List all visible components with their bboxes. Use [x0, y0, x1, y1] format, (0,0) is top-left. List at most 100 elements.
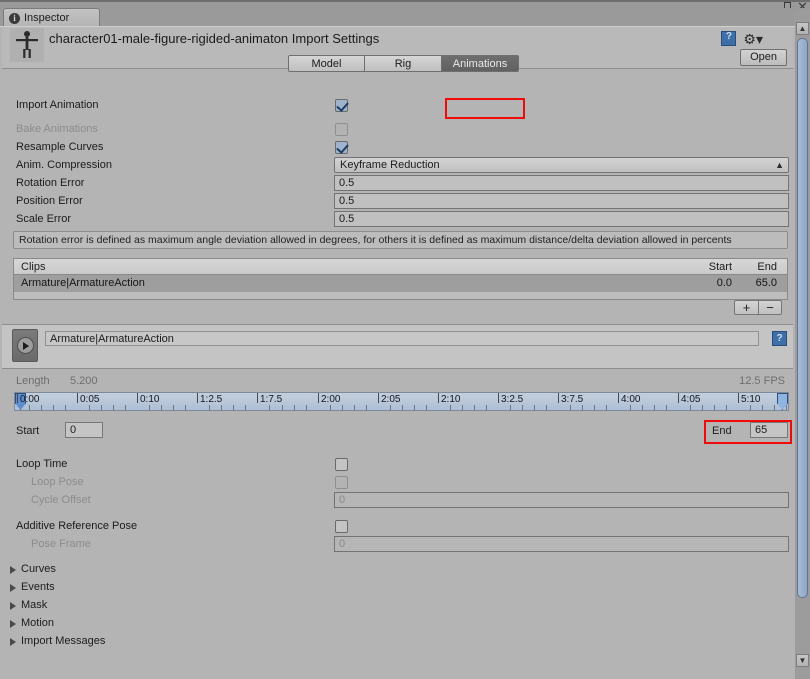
timeline-length-value: 5.200 [70, 375, 98, 387]
add-clip-button[interactable]: + [734, 300, 758, 315]
dropdown-anim-compression[interactable]: Keyframe Reduction ▲▼ [334, 157, 789, 185]
timeline-tick-label: 0:05 [80, 394, 100, 405]
avatar-model-icon [10, 28, 44, 62]
table-row[interactable]: Armature|ArmatureAction 0.0 65.0 [13, 275, 788, 292]
help-book-icon[interactable] [721, 31, 737, 46]
page-title: character01-male-figure-rigided-animaton… [49, 31, 380, 46]
foldout-mask[interactable]: Mask [10, 598, 310, 616]
timeline-subtick [65, 405, 66, 410]
row-scale-error: Scale Error 0.5 [0, 211, 793, 229]
input-start[interactable]: 0 [65, 422, 103, 438]
header-icon-group: ⚙▾ [721, 31, 763, 46]
row-pose-frame: Pose Frame 0 [0, 536, 793, 554]
tab-model[interactable]: Model [288, 55, 365, 72]
timeline-area: Length 5.200 12.5 FPS 0:00 0:05 0:10 1:2.5 1… [2, 370, 793, 415]
clips-footer [13, 292, 788, 300]
timeline-fps: 12.5 FPS [739, 375, 785, 387]
timeline-subtick [41, 405, 42, 410]
tab-inspector[interactable]: i Inspector [3, 8, 100, 27]
foldout-curves[interactable]: Curves [10, 562, 310, 580]
tab-strip: i Inspector [0, 8, 810, 27]
preview-clip-name[interactable]: Armature|ArmatureAction [45, 331, 759, 346]
timeline-subtick [402, 405, 403, 410]
timeline-subtick [185, 405, 186, 410]
timeline-subtick [606, 405, 607, 410]
label-end: End [712, 425, 732, 437]
play-icon[interactable] [12, 329, 38, 362]
timeline-tick-label: 1:2.5 [200, 394, 223, 405]
label-loop-pose: Loop Pose [31, 476, 84, 488]
timeline-tick [738, 393, 739, 403]
input-position-error[interactable]: 0.5 [334, 193, 789, 209]
clips-header-row: Clips Start End [13, 258, 788, 275]
timeline-subtick [221, 405, 222, 410]
row-loop-time: Loop Time [0, 456, 793, 474]
timeline-tick-label: 5:10 [741, 394, 761, 405]
checkbox-import-animation[interactable] [335, 99, 348, 112]
label-cycle-offset: Cycle Offset [31, 494, 91, 506]
window-top-border [0, 0, 810, 2]
checkbox-loop-pose[interactable] [335, 476, 348, 489]
row-cycle-offset: Cycle Offset 0 [0, 492, 793, 510]
input-pose-frame[interactable]: 0 [334, 536, 789, 552]
label-pose-frame: Pose Frame [31, 538, 91, 550]
checkbox-resample-curves[interactable] [335, 141, 348, 154]
input-scale-error[interactable]: 0.5 [334, 211, 789, 227]
foldout-events[interactable]: Events [10, 580, 310, 598]
timeline-ruler[interactable]: 0:00 0:05 0:10 1:2.5 1:7.5 2:00 2:05 2:10 3:2.5 3… [14, 392, 789, 411]
settings-tab-group: Model Rig Animations [288, 55, 519, 72]
input-end[interactable]: 65 [750, 422, 788, 438]
open-button[interactable]: Open [740, 49, 787, 66]
scrollbar-thumb[interactable] [797, 38, 808, 598]
foldout-motion[interactable]: Motion [10, 616, 310, 634]
chevron-right-icon [10, 638, 16, 646]
tab-rig[interactable]: Rig [365, 55, 442, 72]
input-cycle-offset[interactable]: 0 [334, 492, 789, 508]
inspector-window: ✕ ▾≡ i Inspector [0, 0, 810, 679]
gear-icon[interactable]: ⚙▾ [743, 32, 763, 46]
timeline-tick [77, 393, 78, 403]
info-icon: i [9, 12, 20, 24]
clips-buttons: + − [734, 300, 782, 315]
range-row: Start 0 End 65 [0, 422, 793, 442]
checkbox-loop-time[interactable] [335, 458, 348, 471]
help-text-box: Rotation error is defined as maximum ang… [13, 231, 788, 249]
timeline-subtick [161, 405, 162, 410]
timeline-subtick [306, 405, 307, 410]
timeline-subtick [630, 405, 631, 410]
timeline-tick [17, 393, 18, 403]
timeline-subtick [29, 405, 30, 410]
clips-column-end: End [757, 261, 777, 273]
label-resample-curves: Resample Curves [16, 141, 104, 153]
timeline-subtick [714, 405, 715, 410]
vertical-scrollbar[interactable]: ▲ ▼ [795, 10, 810, 679]
timeline-subtick [642, 405, 643, 410]
foldout-motion-label: Motion [21, 617, 55, 629]
timeline-subtick [269, 405, 270, 410]
row-additive-reference-pose: Additive Reference Pose [0, 518, 793, 536]
row-anim-compression: Anim. Compression Keyframe Reduction ▲▼ [0, 157, 793, 185]
remove-clip-button[interactable]: − [758, 300, 782, 315]
foldout-mask-label: Mask [21, 599, 48, 611]
timeline-subtick [666, 405, 667, 410]
inspector-panel: character01-male-figure-rigided-animaton… [0, 26, 795, 679]
input-rotation-error[interactable]: 0.5 [334, 175, 789, 191]
timeline-tick [678, 393, 679, 403]
help-book-icon[interactable] [772, 331, 787, 346]
timeline-subtick [690, 405, 691, 410]
timeline-tick-label: 0:10 [140, 394, 160, 405]
timeline-subtick [53, 405, 54, 410]
scroll-down-arrow[interactable]: ▼ [796, 654, 809, 667]
scroll-up-arrow[interactable]: ▲ [796, 22, 809, 35]
foldout-import-messages[interactable]: Import Messages [10, 634, 310, 652]
label-scale-error: Scale Error [16, 213, 72, 225]
timeline-subtick [582, 405, 583, 410]
checkbox-additive-reference-pose[interactable] [335, 520, 348, 533]
checkbox-bake-animations[interactable] [335, 123, 348, 136]
label-start: Start [16, 425, 40, 437]
label-position-error: Position Error [16, 195, 83, 207]
timeline-tick-label: 3:7.5 [561, 394, 584, 405]
timeline-tick [618, 393, 619, 403]
timeline-subtick [173, 405, 174, 410]
tab-animations[interactable]: Animations [442, 55, 519, 72]
